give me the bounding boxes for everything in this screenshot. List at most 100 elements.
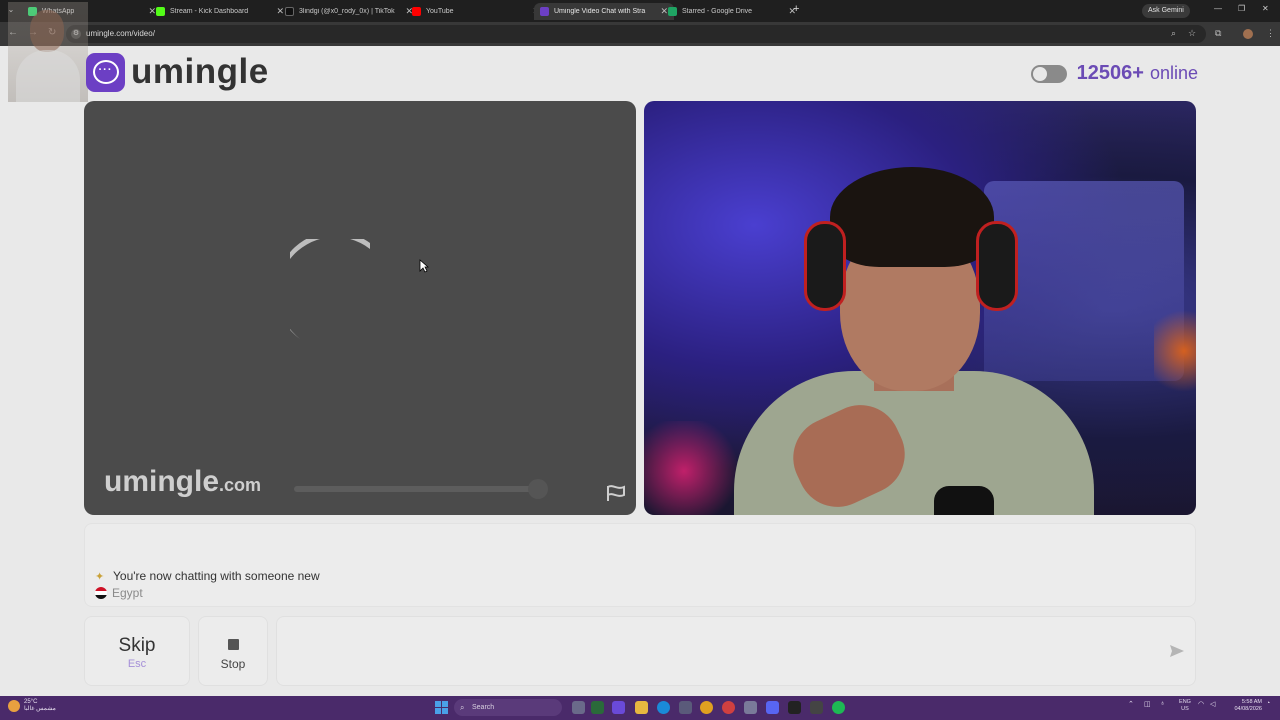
microphone [934, 486, 994, 515]
clock-time: 5:58 AM [1241, 699, 1262, 705]
stop-label: Stop [220, 657, 246, 671]
maximize-icon[interactable]: ❐ [1238, 4, 1245, 13]
headset-left-cup [804, 221, 846, 311]
message-input[interactable] [276, 616, 1196, 686]
self-video [644, 101, 1196, 515]
tab-label: Starred - Google Drive [682, 8, 753, 15]
tab-tiktok[interactable]: 3lindgi (@x0_rody_0x) | TikTok ✕ [279, 3, 419, 20]
stranger-video: umingle.com [84, 101, 636, 515]
new-tab-button[interactable]: + [793, 3, 799, 15]
tab-label: Stream - Kick Dashboard [170, 8, 249, 15]
discord-app-icon[interactable] [766, 701, 779, 714]
watermark-tld: .com [219, 475, 262, 495]
lang-top: ENG [1179, 699, 1191, 705]
wifi-icon[interactable]: ◠ [1198, 700, 1204, 708]
chrome-profile-icon[interactable] [722, 701, 735, 714]
online-count: 12506+ [1076, 62, 1144, 84]
address-toolbar: ← → ↻ ⚙ umingle.com/video/ ⌕ ☆ ⧉ ⋮ [0, 22, 1280, 46]
youtube-favicon-icon [412, 7, 421, 16]
headset-right-cup [976, 221, 1018, 311]
tab-umingle[interactable]: Umingle Video Chat with Stra ✕ [534, 3, 674, 20]
search-icon: ⌕ [460, 703, 465, 712]
spotify-app-icon[interactable] [832, 701, 845, 714]
windows-start-icon[interactable] [435, 701, 448, 714]
url-text: umingle.com/video/ [86, 29, 155, 38]
minimize-icon[interactable]: — [1214, 4, 1222, 13]
terminal-app-icon[interactable] [591, 701, 604, 714]
profile-avatar[interactable] [1243, 29, 1253, 39]
online-label: online [1149, 63, 1198, 83]
stranger-country: Egypt [95, 586, 143, 600]
person-hair [830, 167, 994, 267]
streamer-webcam-overlay [8, 2, 88, 102]
stop-icon [227, 639, 239, 650]
volume-slider-knob[interactable] [528, 479, 548, 499]
skip-label: Skip [118, 635, 156, 656]
weather-desc: مشمس غالبا [24, 706, 56, 712]
chat-bubble-logo-icon: ··· [86, 52, 125, 92]
capcut-app-icon[interactable] [810, 701, 823, 714]
volume-icon[interactable]: ◁ [1210, 700, 1215, 708]
browser-tab-strip: ⌄ WhatsApp ✕ Stream - Kick Dashboard ✕ 3… [0, 0, 1280, 22]
microphone-icon[interactable]: ♁ [1160, 700, 1165, 707]
skip-button[interactable]: Skip Esc [84, 616, 190, 686]
tab-label: YouTube [426, 8, 454, 15]
volume-slider-track[interactable] [294, 486, 544, 492]
zoom-icon[interactable]: ⌕ [1171, 28, 1176, 39]
clock-date: 04/08/2026 [1234, 706, 1262, 712]
language-indicator[interactable]: ENG US [1176, 699, 1194, 713]
webcam-person-body [16, 50, 80, 102]
browser-menu-icon[interactable]: ⋮ [1266, 28, 1275, 39]
edge-browser-icon[interactable] [657, 701, 670, 714]
notifications-icon[interactable]: ◔ [1266, 700, 1270, 707]
chat-log: ✦ You're now chatting with someone new E… [84, 523, 1196, 607]
weather-temp: 25°C [24, 699, 38, 705]
ask-gemini-button[interactable]: Ask Gemini [1142, 4, 1190, 18]
task-view-icon[interactable] [572, 701, 585, 714]
url-bar[interactable]: ⚙ umingle.com/video/ [66, 25, 1206, 43]
system-message-text: You're now chatting with someone new [113, 569, 320, 583]
stop-button[interactable]: Stop [198, 616, 268, 686]
google-drive-favicon-icon [668, 7, 677, 16]
skip-shortcut-hint: Esc [127, 658, 147, 670]
online-status: 12506+ online [1030, 62, 1198, 85]
send-icon[interactable] [1168, 642, 1186, 660]
taskbar-search[interactable]: ⌕ Search [454, 699, 562, 716]
taskbar-search-label: Search [472, 704, 495, 711]
theme-toggle[interactable] [1030, 64, 1067, 83]
text-app-icon[interactable] [788, 701, 801, 714]
copilot-app-icon[interactable] [612, 701, 625, 714]
background-lamp-glow [1154, 301, 1196, 401]
system-clock[interactable]: 5:58 AM 04/08/2026 [1226, 699, 1262, 713]
tab-label: Umingle Video Chat with Stra [554, 8, 646, 15]
webcam-person-head [30, 10, 64, 52]
weather-sun-icon [8, 700, 20, 712]
weather-widget[interactable]: 25°C مشمس غالبا [8, 699, 56, 713]
loading-spinner-icon [290, 239, 370, 339]
tab-google-drive[interactable]: Starred - Google Drive ✕ [662, 3, 802, 20]
country-name: Egypt [112, 586, 143, 600]
tab-youtube[interactable]: YouTube ✕ [406, 3, 546, 20]
tiktok-favicon-icon [285, 7, 294, 16]
sparkle-icon: ✦ [95, 570, 105, 583]
tab-label: 3lindgi (@x0_rody_0x) | TikTok [299, 8, 395, 15]
system-message: ✦ You're now chatting with someone new [95, 569, 320, 583]
person-torso [734, 371, 1094, 515]
logo-wordmark: umingle [131, 52, 269, 91]
file-explorer-icon[interactable] [635, 701, 648, 714]
store-app-icon[interactable] [679, 701, 692, 714]
tab-kick[interactable]: Stream - Kick Dashboard ✕ [150, 3, 290, 20]
close-window-icon[interactable]: ✕ [1262, 4, 1269, 13]
kick-favicon-icon [156, 7, 165, 16]
obs-app-icon[interactable] [744, 701, 757, 714]
tray-app-icon[interactable]: ◫ [1144, 700, 1151, 708]
extensions-icon[interactable]: ⧉ [1215, 28, 1221, 39]
umingle-logo[interactable]: ··· umingle [86, 52, 269, 92]
watermark-main: umingle [104, 465, 220, 498]
background-red-light [644, 421, 744, 515]
bookmark-star-icon[interactable]: ☆ [1188, 28, 1196, 39]
report-flag-icon[interactable] [604, 483, 628, 503]
chrome-browser-icon[interactable] [700, 701, 713, 714]
umingle-watermark: umingle.com [104, 465, 261, 499]
tray-overflow-icon[interactable]: ⌃ [1128, 700, 1134, 708]
